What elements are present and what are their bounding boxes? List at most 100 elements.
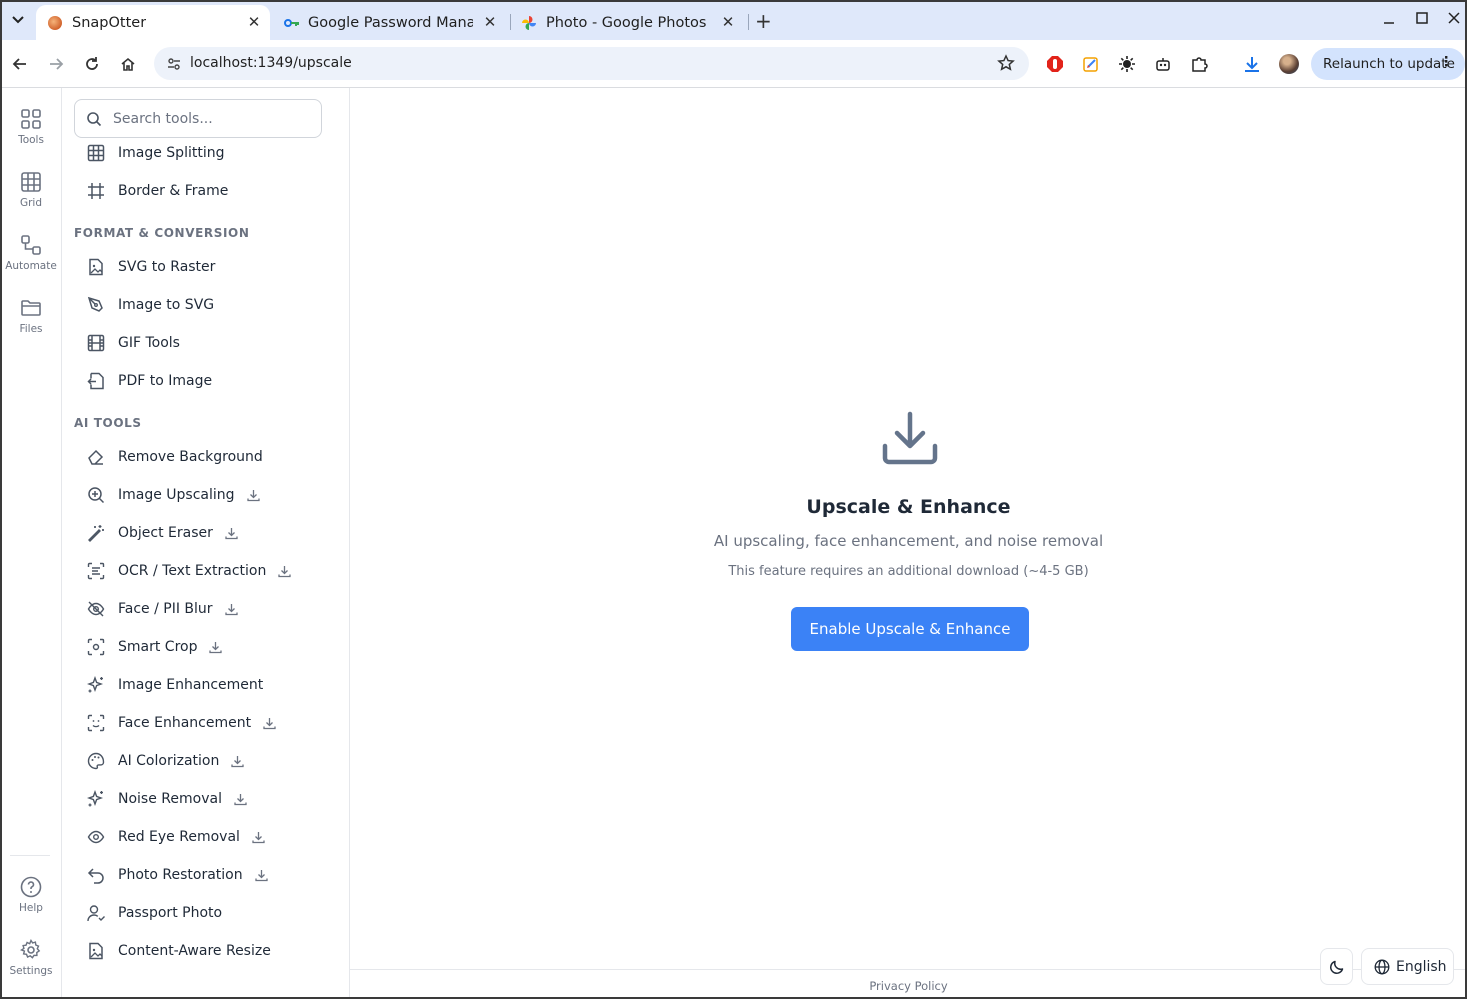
download-icon <box>881 410 939 472</box>
palette-icon <box>86 751 106 771</box>
focus-icon <box>86 637 106 657</box>
tool-label: SVG to Raster <box>118 259 216 275</box>
browser-window: SnapOtter ✕ Google Password Manag ✕ Phot… <box>0 0 1467 999</box>
tool-red-eye-removal[interactable]: Red Eye Removal <box>74 820 324 854</box>
file-image-icon <box>86 257 106 277</box>
tool-label: Face / PII Blur <box>118 601 213 617</box>
tool-gif-tools[interactable]: GIF Tools <box>74 326 324 360</box>
tool-face-pii-blur[interactable]: Face / PII Blur <box>74 592 324 626</box>
enable-feature-button[interactable]: Enable Upscale & Enhance <box>791 607 1029 651</box>
download-required-icon <box>263 717 276 730</box>
close-tab-icon[interactable]: ✕ <box>246 14 262 30</box>
tool-image-splitting[interactable]: Image Splitting <box>74 136 324 170</box>
tool-noise-removal[interactable]: Noise Removal <box>74 782 324 816</box>
maximize-icon[interactable] <box>1415 11 1429 29</box>
search-input[interactable] <box>113 108 308 130</box>
tool-image-upscaling[interactable]: Image Upscaling <box>74 478 324 512</box>
zoom-in-icon <box>86 485 106 505</box>
scan-face-icon <box>86 713 106 733</box>
tool-label: OCR / Text Extraction <box>118 563 267 579</box>
puzzle-extensions-icon[interactable] <box>1189 54 1209 74</box>
theme-toggle-button[interactable] <box>1320 948 1353 985</box>
rail-label: Files <box>19 323 43 335</box>
rail-item-grid[interactable]: Grid <box>2 171 60 209</box>
tool-content-aware-resize[interactable]: Content-Aware Resize <box>74 934 324 968</box>
eye-off-icon <box>86 599 106 619</box>
site-info-icon[interactable] <box>166 56 182 76</box>
grid-four-icon <box>21 109 41 129</box>
language-selector[interactable]: English <box>1361 948 1454 985</box>
scan-text-icon <box>86 561 106 581</box>
tab-password-manager[interactable]: Google Password Manag ✕ <box>272 5 506 40</box>
tab-search-icon[interactable] <box>8 10 28 30</box>
snapotter-favicon-icon <box>48 15 62 30</box>
close-tab-icon[interactable]: ✕ <box>720 14 736 30</box>
tool-object-eraser[interactable]: Object Eraser <box>74 516 324 550</box>
undo-icon <box>86 865 106 885</box>
new-tab-icon[interactable]: + <box>755 11 772 31</box>
section-heading: AI TOOLS <box>74 416 142 430</box>
section-heading: FORMAT & CONVERSION <box>74 226 250 240</box>
address-bar[interactable]: localhost:1349/upscale <box>154 47 1029 80</box>
close-window-icon[interactable] <box>1447 11 1461 29</box>
feature-title: Upscale & Enhance <box>806 496 1011 518</box>
tab-title: SnapOtter <box>72 14 147 31</box>
moon-icon <box>1329 960 1343 974</box>
bookmark-star-icon[interactable] <box>997 54 1015 76</box>
main-content: Upscale & Enhance AI upscaling, face enh… <box>350 88 1465 969</box>
reload-icon[interactable] <box>82 54 102 74</box>
back-icon[interactable] <box>10 54 30 74</box>
minimize-icon[interactable] <box>1382 11 1396 29</box>
tool-image-enhancement[interactable]: Image Enhancement <box>74 668 324 702</box>
pen-tool-icon <box>86 295 106 315</box>
tool-remove-background[interactable]: Remove Background <box>74 440 324 474</box>
tool-label: Image to SVG <box>118 297 215 313</box>
eraser-icon <box>86 447 106 467</box>
tool-smart-crop[interactable]: Smart Crop <box>74 630 324 664</box>
download-size-note: This feature requires an additional down… <box>728 564 1089 579</box>
tool-passport-photo[interactable]: Passport Photo <box>74 896 324 930</box>
sparkles-icon <box>86 675 106 695</box>
rail-item-automate[interactable]: Automate <box>2 234 60 272</box>
profile-avatar-icon[interactable] <box>1279 54 1299 74</box>
download-icon[interactable] <box>1242 54 1262 74</box>
privacy-policy-link[interactable]: Privacy Policy <box>350 979 1465 993</box>
tool-svg-to-raster[interactable]: SVG to Raster <box>74 250 324 284</box>
file-image-icon <box>86 941 106 961</box>
tool-label: Image Upscaling <box>118 487 235 503</box>
tool-photo-restoration[interactable]: Photo Restoration <box>74 858 324 892</box>
adblock-extension-icon[interactable] <box>1045 54 1065 74</box>
tab-separator <box>748 14 749 30</box>
left-rail: Tools Grid Automate Files Help Settings <box>2 88 62 997</box>
edit-extension-icon[interactable] <box>1081 54 1101 74</box>
search-box[interactable] <box>74 99 322 138</box>
search-icon <box>87 112 102 127</box>
tool-ai-colorization[interactable]: AI Colorization <box>74 744 324 778</box>
close-tab-icon[interactable]: ✕ <box>482 14 498 30</box>
tab-google-photos[interactable]: Photo - Google Photos ✕ <box>510 5 744 40</box>
tool-ocr-text-extraction[interactable]: OCR / Text Extraction <box>74 554 324 588</box>
rail-item-files[interactable]: Files <box>2 297 60 335</box>
tab-snapotter[interactable]: SnapOtter ✕ <box>36 5 270 40</box>
tool-image-to-svg[interactable]: Image to SVG <box>74 288 324 322</box>
sun-extension-icon[interactable] <box>1117 54 1137 74</box>
relaunch-to-update-button[interactable]: Relaunch to update ⋮ <box>1311 48 1465 80</box>
film-icon <box>86 333 106 353</box>
forward-icon[interactable] <box>46 54 66 74</box>
folder-icon <box>21 300 41 316</box>
tool-label: Smart Crop <box>118 639 198 655</box>
tool-face-enhancement[interactable]: Face Enhancement <box>74 706 324 740</box>
download-required-icon <box>234 793 247 806</box>
tool-border-frame[interactable]: Border & Frame <box>74 174 324 208</box>
download-required-icon <box>224 603 238 616</box>
rail-item-settings[interactable]: Settings <box>2 939 60 977</box>
home-icon[interactable] <box>118 54 138 74</box>
tab-title: Google Password Manag <box>308 14 473 31</box>
robot-extension-icon[interactable] <box>1153 54 1173 74</box>
tab-strip: SnapOtter ✕ Google Password Manag ✕ Phot… <box>2 2 1465 40</box>
more-menu-icon[interactable]: ⋮ <box>1440 54 1454 70</box>
rail-item-help[interactable]: Help <box>2 876 60 914</box>
url-text: localhost:1349/upscale <box>190 55 352 71</box>
tool-pdf-to-image[interactable]: PDF to Image <box>74 364 324 398</box>
rail-item-tools[interactable]: Tools <box>2 108 60 146</box>
